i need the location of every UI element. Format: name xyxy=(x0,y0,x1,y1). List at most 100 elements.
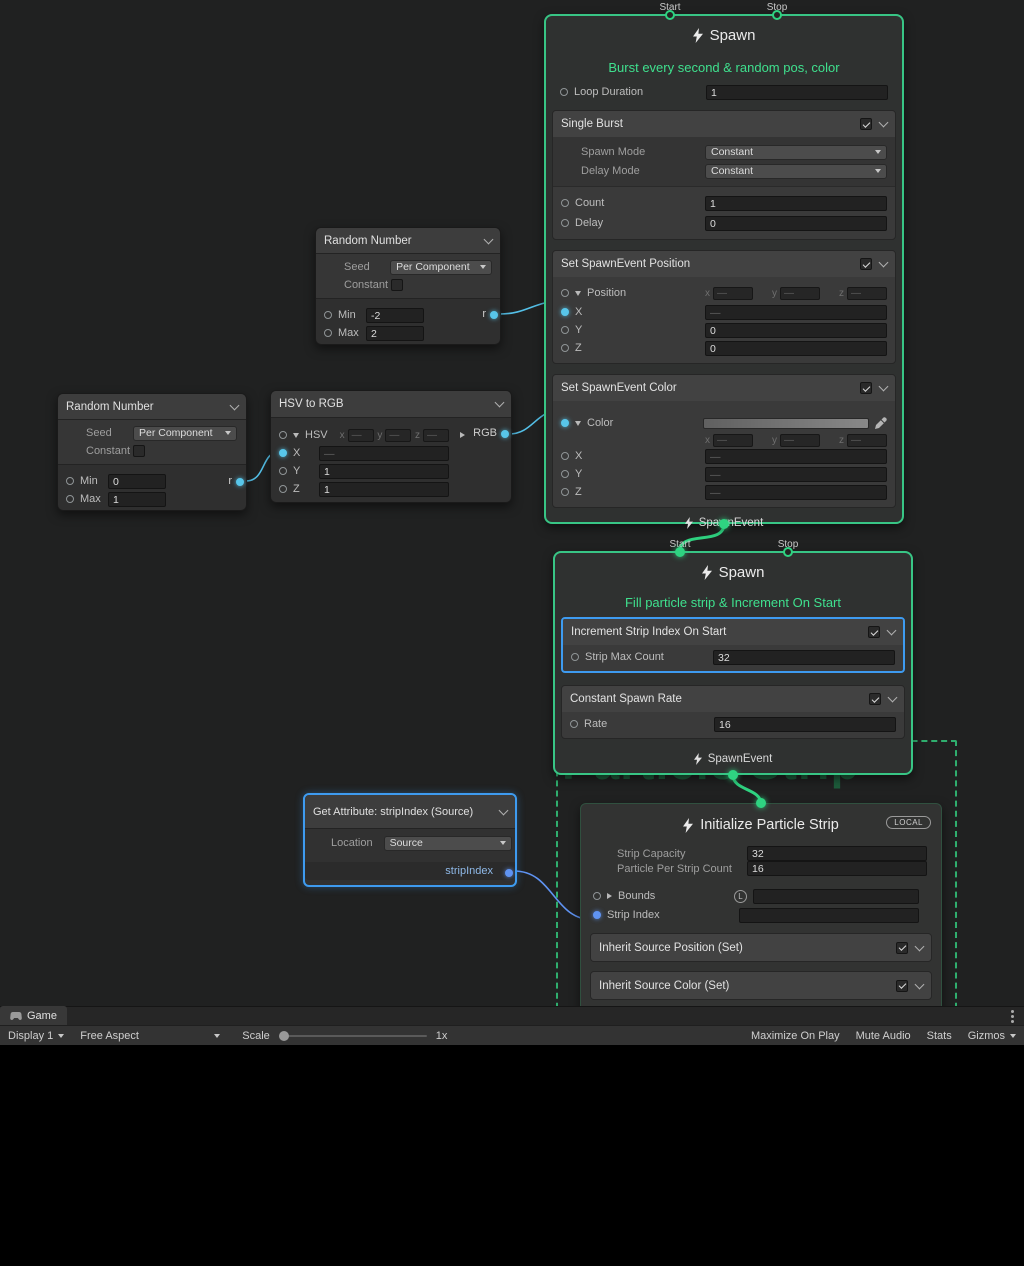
block-enabled-checkbox[interactable] xyxy=(869,693,881,705)
block-enabled-checkbox[interactable] xyxy=(860,382,872,394)
port-rate[interactable] xyxy=(570,720,578,728)
flow-port-start[interactable] xyxy=(675,547,685,557)
port-strip-index[interactable] xyxy=(593,911,601,919)
game-view[interactable] xyxy=(0,1046,1024,1266)
axis-y-field[interactable]: — xyxy=(780,434,820,447)
axis-x-field[interactable]: — xyxy=(713,434,753,447)
block-enabled-checkbox[interactable] xyxy=(896,980,908,992)
block-header[interactable]: Inherit Source Position (Set) xyxy=(591,934,931,961)
x-field[interactable]: — xyxy=(319,446,449,461)
scale-slider-knob[interactable] xyxy=(279,1031,289,1041)
stats-button[interactable]: Stats xyxy=(919,1026,960,1046)
collapse-chevron-icon[interactable] xyxy=(484,234,494,244)
block-header[interactable]: Set SpawnEvent Position xyxy=(553,251,895,277)
maximize-on-play-button[interactable]: Maximize On Play xyxy=(743,1026,848,1046)
block-constant-spawn-rate[interactable]: Constant Spawn Rate Rate 16 xyxy=(561,685,905,739)
block-inherit-source-color[interactable]: Inherit Source Color (Set) xyxy=(590,971,932,1000)
flow-port-spawnevent-out[interactable] xyxy=(728,770,738,780)
strip-index-field[interactable] xyxy=(739,908,919,923)
block-header[interactable]: Constant Spawn Rate xyxy=(562,686,904,712)
collapse-chevron-icon[interactable] xyxy=(888,693,898,703)
collapse-chevron-icon[interactable] xyxy=(879,118,889,128)
panel-menu-icon[interactable] xyxy=(1011,1015,1014,1018)
port-position-x[interactable] xyxy=(561,308,569,316)
scale-slider[interactable] xyxy=(279,1035,427,1037)
node-header[interactable]: HSV to RGB xyxy=(271,391,511,418)
node-random-number-2[interactable]: Random Number Seed Per Component Constan… xyxy=(57,393,247,511)
node-header[interactable]: Get Attribute: stripIndex (Source) xyxy=(305,795,515,829)
node-header[interactable]: Random Number xyxy=(58,394,246,420)
z-field[interactable]: — xyxy=(705,485,887,500)
collapse-chevron-icon[interactable] xyxy=(915,979,925,989)
flow-port-stop[interactable] xyxy=(783,547,793,557)
max-field[interactable]: 1 xyxy=(108,492,166,507)
vfx-graph-canvas[interactable]: Particle Strip Start Stop Spawn Burst ev… xyxy=(0,0,1024,1006)
port-hsv-z[interactable] xyxy=(279,485,287,493)
block-set-spawnevent-position[interactable]: Set SpawnEvent Position Position x— xyxy=(552,250,896,364)
spawn-mode-dropdown[interactable]: Constant xyxy=(705,145,887,160)
axis-y-field[interactable]: — xyxy=(385,429,411,442)
port-stripindex-out[interactable] xyxy=(505,869,513,877)
axis-z-field[interactable]: — xyxy=(847,434,887,447)
foldout-open-icon[interactable] xyxy=(575,291,581,296)
collapse-chevron-icon[interactable] xyxy=(879,382,889,392)
collapse-chevron-icon[interactable] xyxy=(499,805,509,815)
block-header[interactable]: Increment Strip Index On Start xyxy=(563,619,903,645)
port-delay[interactable] xyxy=(561,219,569,227)
seed-dropdown[interactable]: Per Component xyxy=(133,426,237,441)
local-space-badge[interactable]: LOCAL xyxy=(886,816,931,829)
collapse-chevron-icon[interactable] xyxy=(495,398,505,408)
mute-audio-button[interactable]: Mute Audio xyxy=(848,1026,919,1046)
axis-z-field[interactable]: — xyxy=(423,429,449,442)
min-field[interactable]: -2 xyxy=(366,308,424,323)
gizmos-dropdown[interactable]: Gizmos xyxy=(960,1026,1024,1046)
rate-field[interactable]: 16 xyxy=(714,717,896,732)
axis-z-field[interactable]: — xyxy=(847,287,887,300)
axis-x-field[interactable]: — xyxy=(713,287,753,300)
foldout-open-icon[interactable] xyxy=(575,421,581,426)
z-field[interactable]: 1 xyxy=(319,482,449,497)
context-spawn-burst[interactable]: Start Stop Spawn Burst every second & ra… xyxy=(544,14,904,524)
block-enabled-checkbox[interactable] xyxy=(860,258,872,270)
seed-dropdown[interactable]: Per Component xyxy=(390,260,492,275)
port-bounds[interactable] xyxy=(593,892,601,900)
port-position-z[interactable] xyxy=(561,344,569,352)
collapse-chevron-icon[interactable] xyxy=(879,258,889,268)
max-field[interactable]: 2 xyxy=(366,326,424,341)
block-header[interactable]: Single Burst xyxy=(553,111,895,137)
constant-checkbox[interactable] xyxy=(391,279,403,291)
strip-max-count-field[interactable]: 32 xyxy=(713,650,895,665)
block-header[interactable]: Set SpawnEvent Color xyxy=(553,375,895,401)
port-min[interactable] xyxy=(324,311,332,319)
x-field[interactable]: — xyxy=(705,305,887,320)
port-r-out[interactable] xyxy=(490,311,498,319)
block-inherit-source-position[interactable]: Inherit Source Position (Set) xyxy=(590,933,932,962)
port-position-y[interactable] xyxy=(561,326,569,334)
port-loop-duration[interactable] xyxy=(560,88,568,96)
output-foldout-icon[interactable] xyxy=(460,432,465,438)
block-increment-strip-index[interactable]: Increment Strip Index On Start Strip Max… xyxy=(561,617,905,673)
block-single-burst[interactable]: Single Burst Spawn Mode Constant xyxy=(552,110,896,240)
port-max[interactable] xyxy=(324,329,332,337)
y-field[interactable]: 0 xyxy=(705,323,887,338)
port-min[interactable] xyxy=(66,477,74,485)
port-color-z[interactable] xyxy=(561,488,569,496)
y-field[interactable]: 1 xyxy=(319,464,449,479)
port-max[interactable] xyxy=(66,495,74,503)
node-random-number-1[interactable]: Random Number Seed Per Component Constan… xyxy=(315,227,501,345)
port-hsv[interactable] xyxy=(279,431,287,439)
context-initialize-particle-strip[interactable]: LOCAL Initialize Particle Strip Strip Ca… xyxy=(580,803,942,1006)
min-field[interactable]: 0 xyxy=(108,474,166,489)
foldout-open-icon[interactable] xyxy=(293,433,299,438)
port-count[interactable] xyxy=(561,199,569,207)
local-bounds-icon[interactable]: L xyxy=(734,890,747,903)
collapse-chevron-icon[interactable] xyxy=(230,400,240,410)
node-hsv-to-rgb[interactable]: HSV to RGB HSV x— y— z— X xyxy=(270,390,512,503)
display-dropdown[interactable]: Display 1 xyxy=(0,1026,72,1046)
collapse-chevron-icon[interactable] xyxy=(915,941,925,951)
color-field[interactable] xyxy=(703,418,869,429)
block-enabled-checkbox[interactable] xyxy=(868,626,880,638)
tab-game[interactable]: Game xyxy=(0,1006,67,1025)
port-position[interactable] xyxy=(561,289,569,297)
flow-port-stop[interactable] xyxy=(772,10,782,20)
